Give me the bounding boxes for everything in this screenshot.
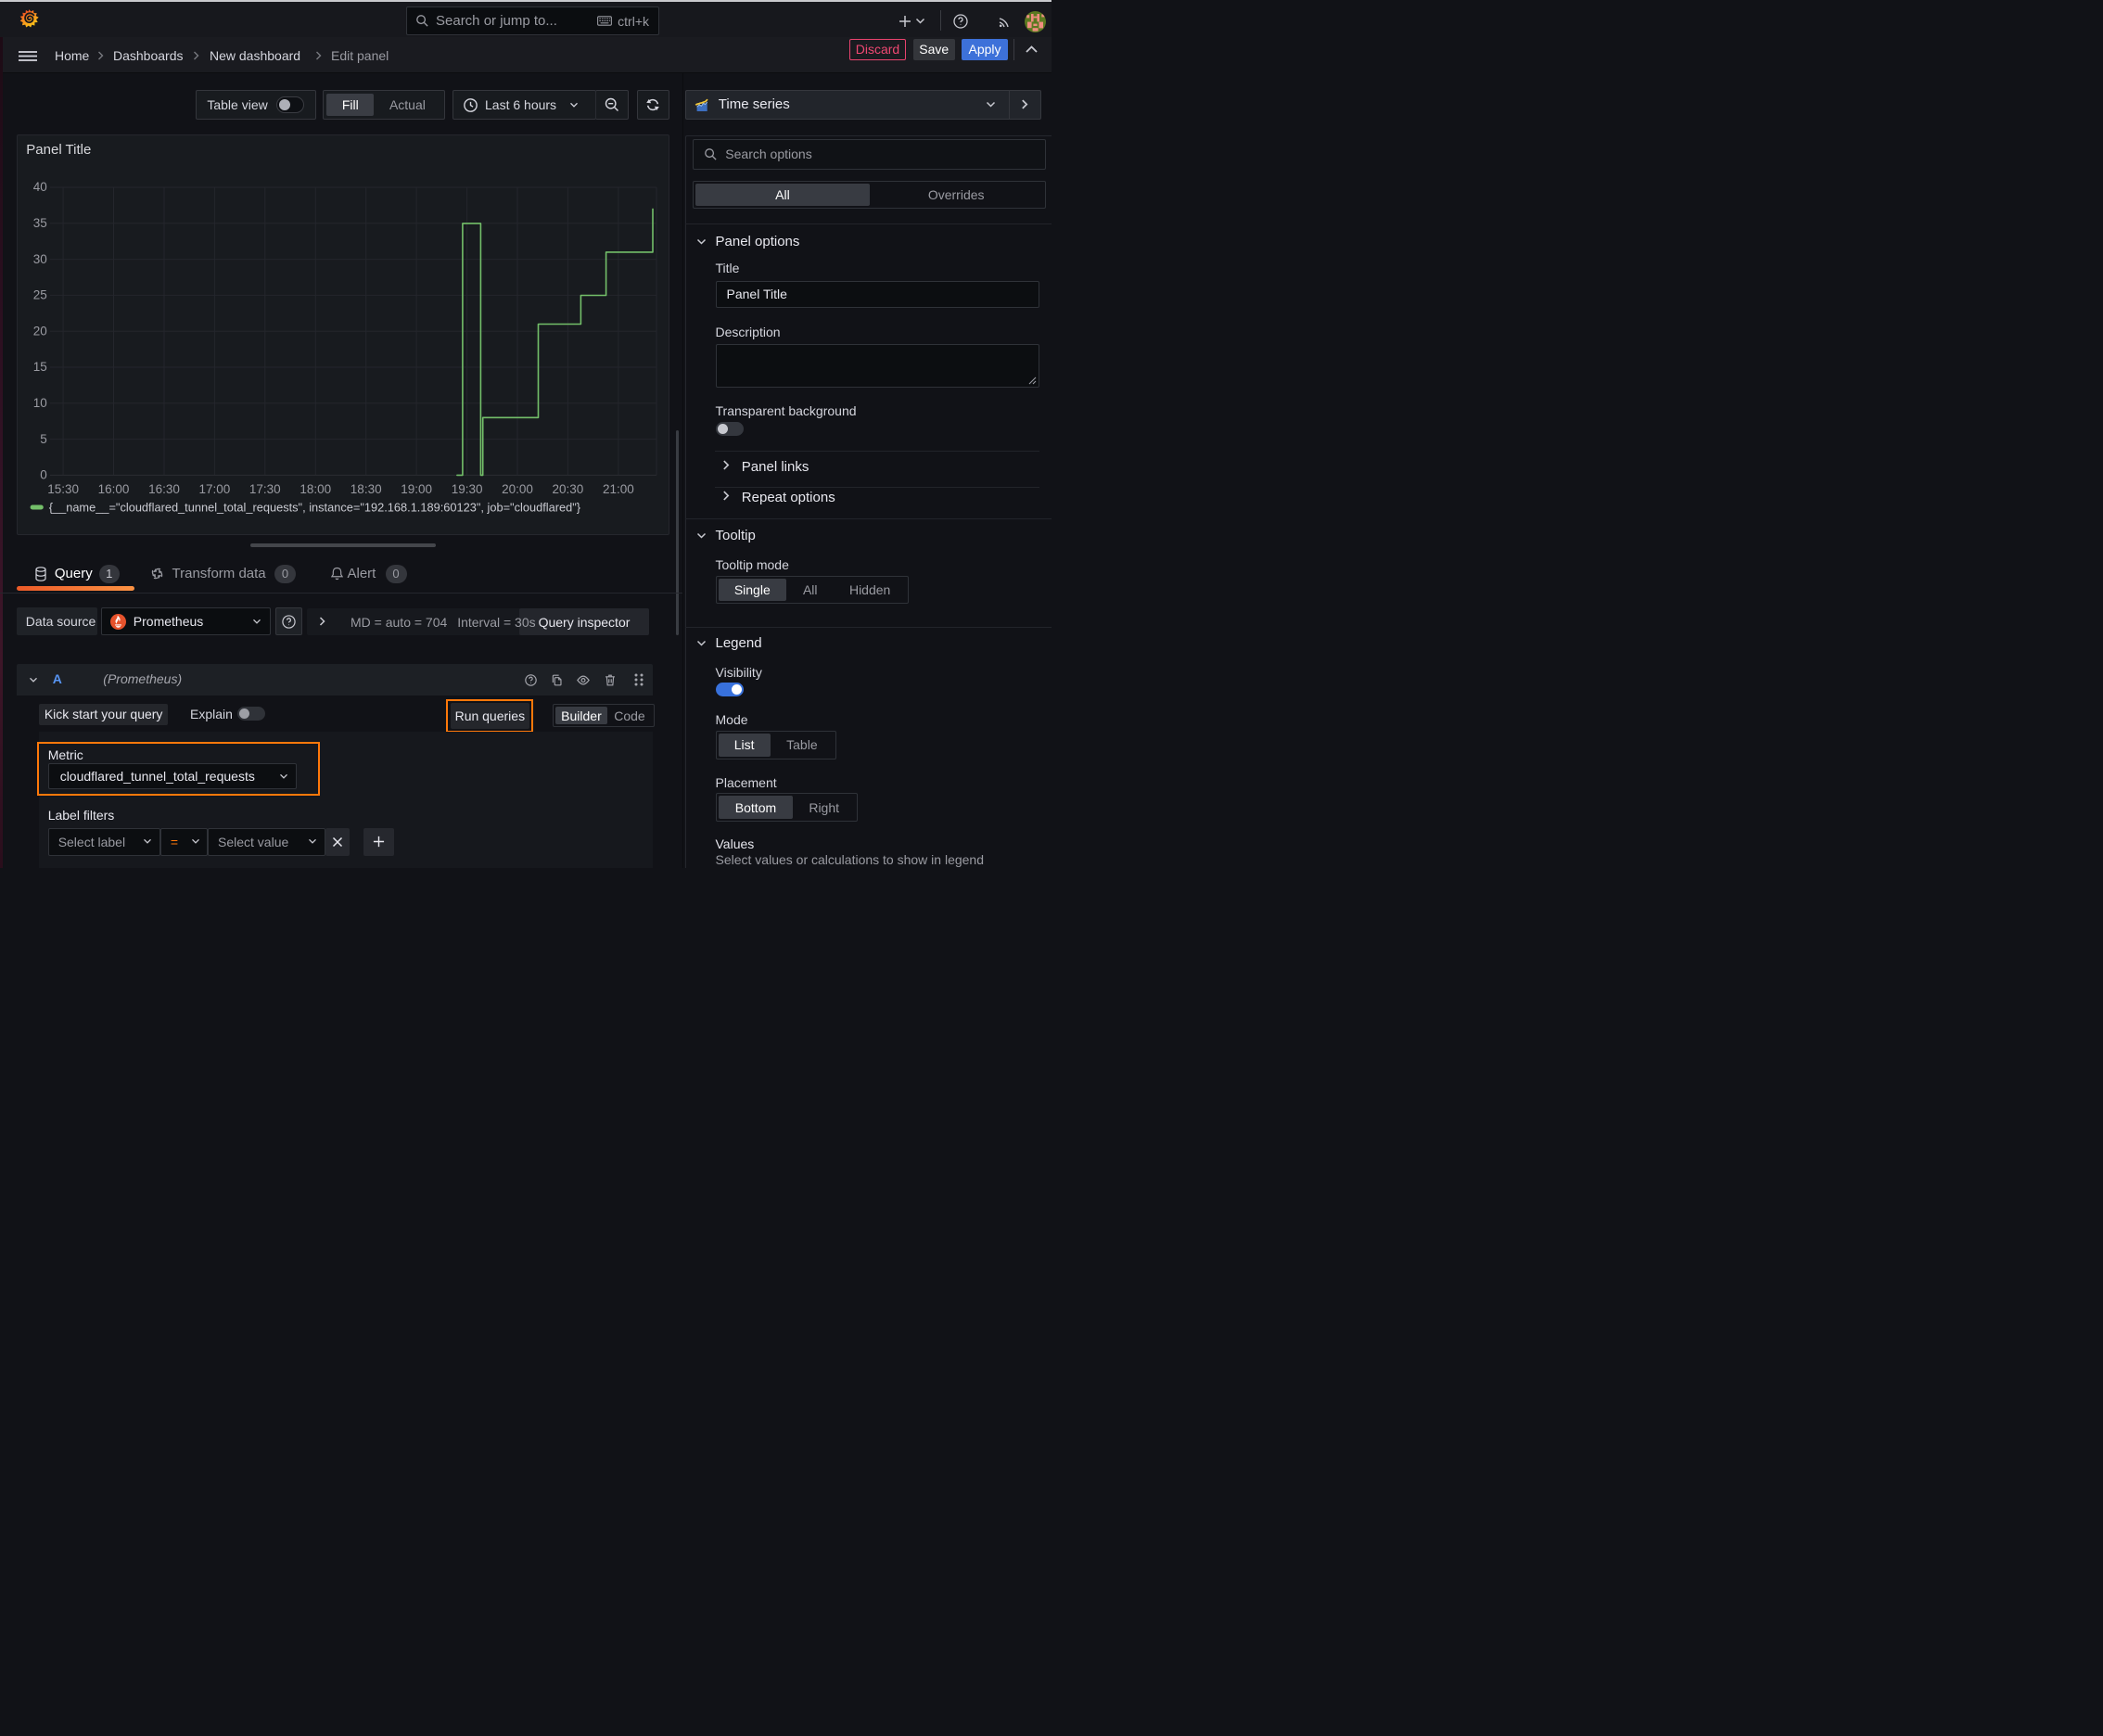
- svg-text:15: 15: [33, 360, 47, 374]
- svg-text:16:00: 16:00: [97, 482, 129, 496]
- svg-text:19:30: 19:30: [451, 482, 482, 496]
- svg-text:30: 30: [33, 251, 47, 265]
- svg-text:10: 10: [33, 396, 47, 410]
- svg-text:17:00: 17:00: [198, 482, 230, 496]
- svg-text:35: 35: [33, 216, 47, 230]
- svg-text:{__name__="cloudflared_tunnel_: {__name__="cloudflared_tunnel_total_requ…: [48, 500, 580, 514]
- svg-text:19:00: 19:00: [401, 482, 432, 496]
- svg-text:16:30: 16:30: [148, 482, 180, 496]
- svg-text:18:30: 18:30: [350, 482, 382, 496]
- svg-text:20:00: 20:00: [502, 482, 533, 496]
- svg-text:21:00: 21:00: [603, 482, 634, 496]
- svg-text:0: 0: [40, 467, 47, 481]
- svg-text:25: 25: [33, 287, 47, 301]
- svg-text:20: 20: [33, 324, 47, 338]
- svg-text:40: 40: [33, 180, 47, 194]
- svg-text:15:30: 15:30: [47, 482, 79, 496]
- svg-text:18:00: 18:00: [300, 482, 331, 496]
- svg-text:5: 5: [40, 431, 47, 445]
- svg-text:17:30: 17:30: [249, 482, 281, 496]
- svg-text:20:30: 20:30: [552, 482, 583, 496]
